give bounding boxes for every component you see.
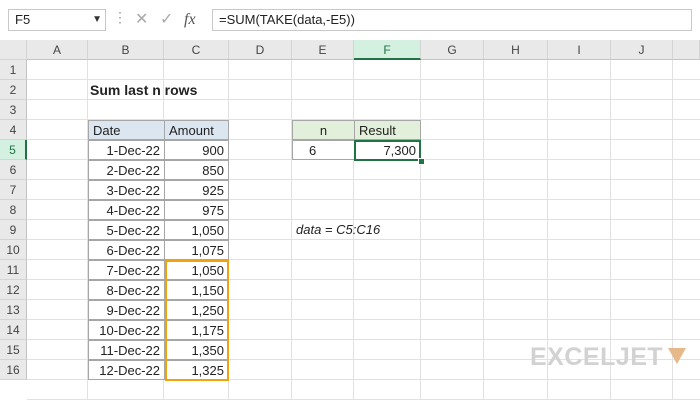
exceljet-logo-mark-icon — [668, 348, 686, 364]
date-cell[interactable]: 2-Dec-22 — [88, 160, 165, 180]
row-header-4[interactable]: 4 — [0, 120, 27, 140]
date-cell[interactable]: 10-Dec-22 — [88, 320, 165, 340]
row-header-14[interactable]: 14 — [0, 320, 27, 340]
amount-cell[interactable]: 1,250 — [164, 300, 229, 320]
gridline-vertical — [291, 60, 292, 400]
formula-bar: F5 ▼ ⋮ ✕ ✓ fx =SUM(TAKE(data,-E5)) — [0, 0, 700, 40]
chevron-down-icon[interactable]: ▼ — [92, 10, 102, 30]
amount-cell[interactable]: 850 — [164, 160, 229, 180]
amount-cell[interactable]: 1,325 — [164, 360, 229, 380]
date-header-cell[interactable]: Date — [88, 120, 165, 140]
function-icon[interactable]: fx — [184, 9, 196, 31]
column-header-c[interactable]: C — [164, 40, 229, 60]
row-header-15[interactable]: 15 — [0, 340, 27, 360]
column-header-g[interactable]: G — [421, 40, 484, 60]
date-cell[interactable]: 7-Dec-22 — [88, 260, 165, 280]
enter-icon[interactable]: ✓ — [160, 9, 173, 31]
name-box-value: F5 — [15, 12, 31, 27]
row-header-16[interactable]: 16 — [0, 360, 27, 380]
gridline-vertical — [420, 60, 421, 400]
row-header-9[interactable]: 9 — [0, 220, 27, 240]
named-range-note[interactable]: data = C5:C16 — [296, 220, 416, 240]
amount-cell[interactable]: 975 — [164, 200, 229, 220]
date-cell[interactable]: 3-Dec-22 — [88, 180, 165, 200]
gridline-vertical — [483, 60, 484, 400]
date-cell[interactable]: 5-Dec-22 — [88, 220, 165, 240]
amount-cell[interactable]: 1,050 — [164, 220, 229, 240]
row-header-11[interactable]: 11 — [0, 260, 27, 280]
spreadsheet-grid: ABCDEFGHIJ 1 2 3 4 5 6 7 8 9 10 11 12 13 14 15 16 Sum l… — [0, 40, 700, 400]
n-header-cell[interactable]: n — [292, 120, 355, 140]
row-header-2[interactable]: 2 — [0, 80, 27, 100]
active-cell-selection[interactable] — [354, 140, 421, 161]
n-value-cell[interactable]: 6 — [292, 140, 355, 160]
date-cell[interactable]: 1-Dec-22 — [88, 140, 165, 160]
row-header-6[interactable]: 6 — [0, 160, 27, 180]
amount-cell[interactable]: 900 — [164, 140, 229, 160]
amount-cell[interactable]: 925 — [164, 180, 229, 200]
fill-handle[interactable] — [418, 158, 425, 165]
row-header-5[interactable]: 5 — [0, 140, 27, 160]
amount-cell[interactable]: 1,350 — [164, 340, 229, 360]
amount-cell[interactable]: 1,075 — [164, 240, 229, 260]
column-header-f[interactable]: F — [354, 40, 421, 60]
row-header-7[interactable]: 7 — [0, 180, 27, 200]
column-header-b[interactable]: B — [88, 40, 164, 60]
column-header-a[interactable]: A — [27, 40, 88, 60]
date-cell[interactable]: 4-Dec-22 — [88, 200, 165, 220]
date-cell[interactable]: 8-Dec-22 — [88, 280, 165, 300]
column-header-h[interactable]: H — [484, 40, 548, 60]
name-box[interactable]: F5 ▼ — [8, 9, 106, 31]
date-cell[interactable]: 9-Dec-22 — [88, 300, 165, 320]
row-header-13[interactable]: 13 — [0, 300, 27, 320]
column-header-j[interactable]: J — [611, 40, 673, 60]
row-header-3[interactable]: 3 — [0, 100, 27, 120]
row-header-1[interactable]: 1 — [0, 60, 27, 80]
amount-cell[interactable]: 1,150 — [164, 280, 229, 300]
result-header-cell[interactable]: Result — [354, 120, 421, 140]
amount-cell[interactable]: 1,175 — [164, 320, 229, 340]
date-cell[interactable]: 11-Dec-22 — [88, 340, 165, 360]
date-cell[interactable]: 12-Dec-22 — [88, 360, 165, 380]
row-header-10[interactable]: 10 — [0, 240, 27, 260]
row-header-8[interactable]: 8 — [0, 200, 27, 220]
select-all-corner[interactable] — [0, 40, 27, 60]
column-header-d[interactable]: D — [229, 40, 292, 60]
amount-cell[interactable]: 1,050 — [164, 260, 229, 280]
column-header-i[interactable]: I — [548, 40, 611, 60]
sheet-title[interactable]: Sum last n rows — [90, 80, 230, 100]
date-cell[interactable]: 6-Dec-22 — [88, 240, 165, 260]
column-header-e[interactable]: E — [292, 40, 354, 60]
more-dots-icon: ⋮ — [113, 9, 127, 25]
cancel-icon[interactable]: ✕ — [135, 9, 148, 31]
amount-header-cell[interactable]: Amount — [164, 120, 229, 140]
exceljet-logo: EXCELJET — [530, 343, 664, 371]
column-header-overflow[interactable] — [673, 40, 700, 60]
formula-input[interactable]: =SUM(TAKE(data,-E5)) — [212, 9, 692, 31]
row-header-12[interactable]: 12 — [0, 280, 27, 300]
